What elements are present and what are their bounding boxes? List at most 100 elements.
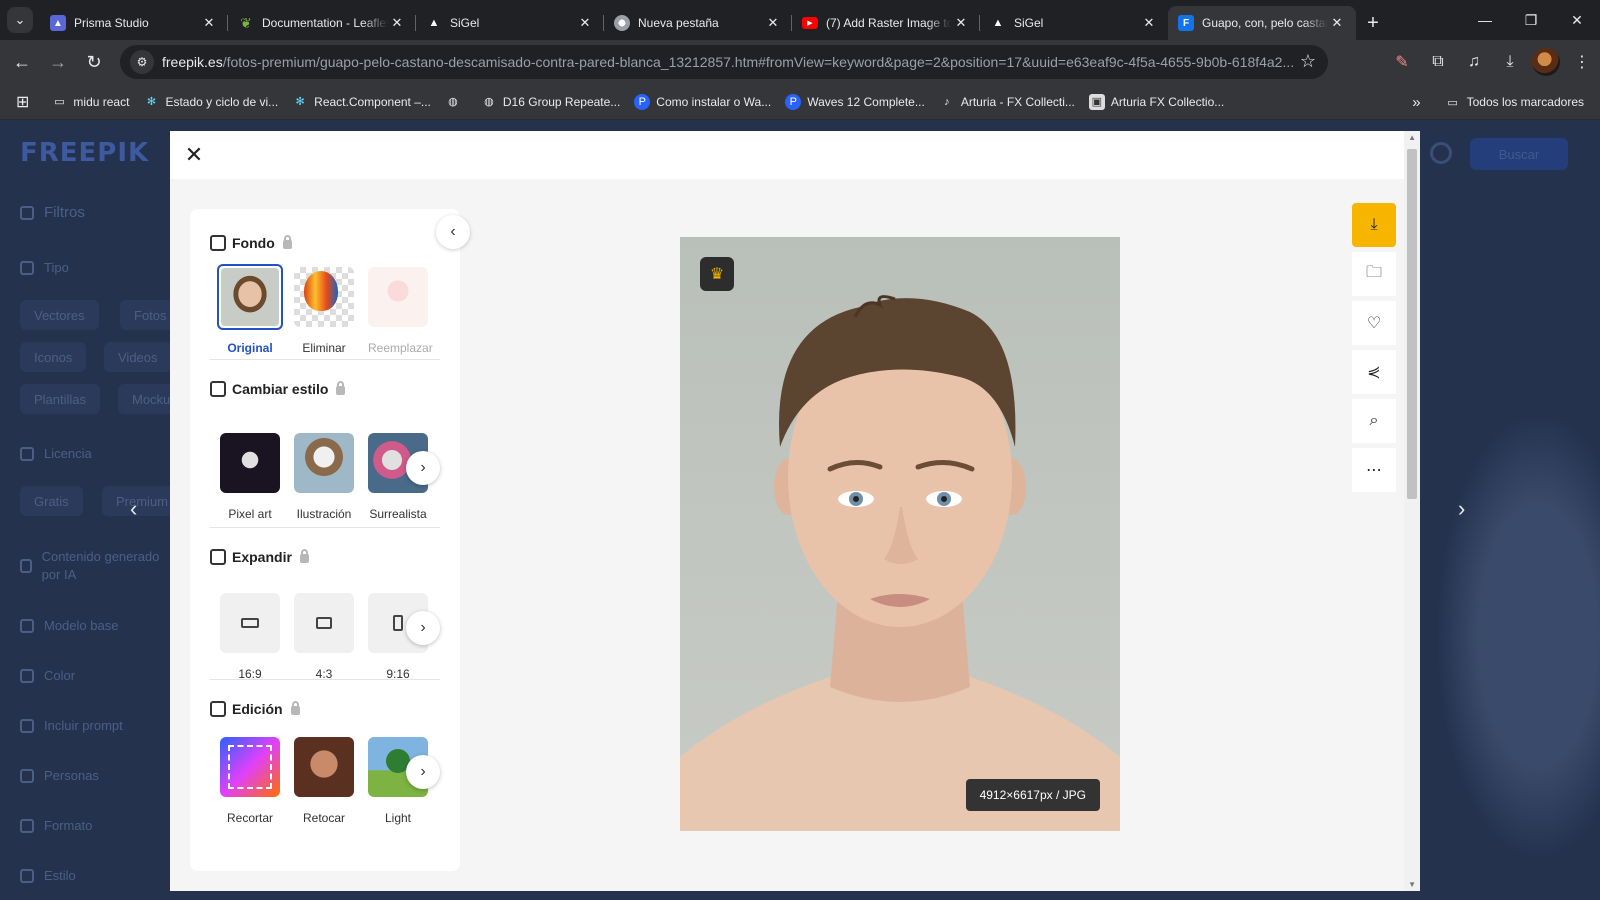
zoom-button[interactable]: ⌕ <box>1352 399 1396 443</box>
media-controls-icon[interactable]: ♫ <box>1456 44 1492 80</box>
filter-formato: Formato <box>20 818 92 833</box>
download-button[interactable]: ⤓ <box>1352 203 1396 247</box>
close-tab-icon[interactable]: ✕ <box>1140 14 1158 32</box>
section-edicion: Edición Recortar Retocar Light › <box>210 699 440 825</box>
freepik-icon: F <box>1178 15 1194 31</box>
fondo-reemplazar[interactable]: Reemplazar <box>368 267 434 355</box>
triangle-icon: ▲ <box>428 17 440 29</box>
edicion-next-chevron-icon[interactable]: › <box>406 755 440 789</box>
profile-avatar[interactable] <box>1532 48 1560 76</box>
tab-1[interactable]: ❦ Documentation - Leaflet ✕ <box>228 6 416 40</box>
filter-tipo: Tipo <box>20 260 69 275</box>
url-text: freepik.es/fotos-premium/guapo-pelo-cast… <box>162 54 1295 70</box>
browser-toolbar: ← → ↻ ⚙ freepik.es/fotos-premium/guapo-p… <box>0 40 1600 84</box>
add-to-collection-button[interactable]: 🗀 <box>1352 252 1396 296</box>
tab-3[interactable]: Nueva pestaña ✕ <box>604 6 792 40</box>
tab-title: Prisma Studio <box>74 16 149 30</box>
restore-icon[interactable]: ❐ <box>1508 0 1554 40</box>
scrollbar-thumb[interactable] <box>1407 149 1417 499</box>
apps-icon[interactable]: ⊞ <box>16 92 29 112</box>
estilo-next-chevron-icon[interactable]: › <box>406 451 440 485</box>
expand-icon <box>210 549 226 565</box>
image-actions: ⤓ 🗀 ♡ ⋞ ⌕ ⋯ <box>1352 203 1396 497</box>
background-icon <box>210 235 226 251</box>
more-bookmarks-icon[interactable]: » <box>1412 94 1420 111</box>
expandir-16-9[interactable]: 16:9 <box>220 593 286 681</box>
fondo-eliminar[interactable]: Eliminar <box>294 267 360 355</box>
close-window-icon[interactable]: ✕ <box>1554 0 1600 40</box>
downloads-icon[interactable]: ⤓ <box>1492 44 1528 80</box>
tab-0[interactable]: ▲ Prisma Studio ✕ <box>40 6 228 40</box>
filter-personas: Personas <box>20 768 99 783</box>
scroll-up-icon[interactable]: ▲ <box>1408 133 1416 142</box>
bookmark-8[interactable]: ▣ Arturia FX Collectio... <box>1088 93 1224 110</box>
site-settings-icon[interactable]: ⚙ <box>130 50 154 74</box>
fondo-original[interactable]: Original <box>217 264 286 355</box>
all-bookmarks[interactable]: ▭ Todos los marcadores <box>1445 94 1584 110</box>
forward-icon[interactable]: → <box>40 44 76 80</box>
estilo-ilustracion[interactable]: Ilustración <box>294 433 360 521</box>
pen-extension-icon[interactable]: ✎ <box>1384 44 1420 80</box>
pill-gratis: Gratis <box>20 486 83 516</box>
minimize-icon[interactable]: — <box>1462 0 1508 40</box>
tab-title: Guapo, con, pelo castaño <box>1202 16 1328 30</box>
thumb-label: Original <box>227 341 273 355</box>
back-icon[interactable]: ← <box>4 44 40 80</box>
close-tab-icon[interactable]: ✕ <box>388 14 406 32</box>
bookmark-3[interactable]: ◍ <box>445 94 467 110</box>
close-tab-icon[interactable]: ✕ <box>1328 14 1346 32</box>
expandir-next-chevron-icon[interactable]: › <box>406 611 440 645</box>
close-tab-icon[interactable]: ✕ <box>764 14 782 32</box>
p-icon: P <box>634 93 651 110</box>
ai-tools-panel: Fondo Original Eliminar Reemplazar Cambi… <box>190 209 460 871</box>
bookmark-6[interactable]: P Waves 12 Complete... <box>785 93 925 110</box>
close-tab-icon[interactable]: ✕ <box>576 14 594 32</box>
bookmark-4[interactable]: ◍ D16 Group Repeate... <box>481 94 620 110</box>
tab-search-button[interactable]: ⌄ <box>0 0 40 40</box>
lock-icon <box>336 380 346 395</box>
share-button[interactable]: ⋞ <box>1352 350 1396 394</box>
edicion-retocar[interactable]: Retocar <box>294 737 360 825</box>
search-icon: ⌕ <box>1369 412 1379 429</box>
collapse-panel-chevron-icon[interactable]: ‹ <box>436 215 470 249</box>
reload-icon[interactable]: ↻ <box>76 44 112 80</box>
image-dimensions-badge: 4912×6617px / JPG <box>965 779 1100 811</box>
bookmark-5[interactable]: P Como instalar o Wa... <box>634 93 771 110</box>
thumb-reemplazar <box>368 267 428 327</box>
tab-5[interactable]: ▲ SiGel ✕ <box>980 6 1168 40</box>
tab-2[interactable]: ▲ SiGel ✕ <box>416 6 604 40</box>
address-bar[interactable]: ⚙ freepik.es/fotos-premium/guapo-pelo-ca… <box>120 45 1328 79</box>
estilo-pixel-art[interactable]: Pixel art <box>220 433 286 521</box>
close-tab-icon[interactable]: ✕ <box>200 14 218 32</box>
tab-strip: ⌄ ▲ Prisma Studio ✕ ❦ Documentation - Le… <box>0 0 1600 40</box>
bookmark-2[interactable]: ✻ React.Component –... <box>292 94 431 110</box>
pill-plantillas: Plantillas <box>20 384 101 414</box>
bookmark-7[interactable]: ♪ Arturia - FX Collecti... <box>939 94 1075 110</box>
modal-scrollbar[interactable]: ▲ ▼ <box>1404 131 1420 891</box>
expandir-4-3[interactable]: 4:3 <box>294 593 360 681</box>
close-icon[interactable]: ✕ <box>180 141 208 169</box>
modal-header: ✕ <box>170 131 1416 179</box>
section-expandir: Expandir 16:9 4:3 9:16 › <box>210 547 440 681</box>
more-options-button[interactable]: ⋯ <box>1352 448 1396 492</box>
bookmark-0[interactable]: ▭ midu react <box>51 94 129 110</box>
bookmark-star-icon[interactable]: ☆ <box>1300 51 1316 72</box>
edicion-recortar[interactable]: Recortar <box>220 737 286 825</box>
tab-4[interactable]: ▶ (7) Add Raster Image to ✕ <box>792 6 980 40</box>
menu-icon[interactable]: ⋮ <box>1564 44 1600 80</box>
main-photo[interactable]: ♛ 4912×6617px / JPG <box>680 237 1120 831</box>
image-icon: ▣ <box>1088 93 1105 110</box>
like-button[interactable]: ♡ <box>1352 301 1396 345</box>
section-title: Fondo <box>210 233 440 253</box>
download-icon: ⤓ <box>1370 216 1378 233</box>
new-tab-button[interactable]: + <box>1356 6 1390 40</box>
close-tab-icon[interactable]: ✕ <box>952 14 970 32</box>
next-image-arrow[interactable]: › <box>1458 496 1465 522</box>
bookmark-1[interactable]: ✻ Estado y ciclo de vi... <box>143 94 278 110</box>
scroll-down-icon[interactable]: ▼ <box>1408 880 1416 889</box>
prev-image-arrow[interactable]: ‹ <box>130 496 137 522</box>
divider <box>210 359 440 360</box>
tab-6-active[interactable]: F Guapo, con, pelo castaño ✕ <box>1168 6 1356 40</box>
extensions-icon[interactable]: ⧉ <box>1420 44 1456 80</box>
folder-icon: ▭ <box>1447 96 1458 109</box>
